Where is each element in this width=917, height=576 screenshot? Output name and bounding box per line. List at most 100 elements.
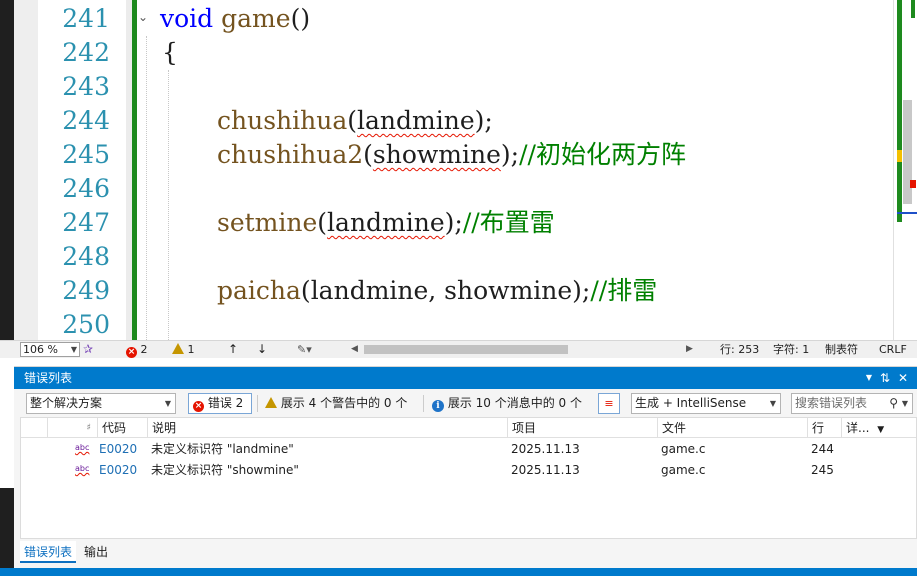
- error-file: game.c: [661, 463, 706, 477]
- column-header-description[interactable]: 说明: [147, 418, 507, 438]
- overview-change-marker: [897, 0, 902, 222]
- warnings-filter-button[interactable]: 展示 4 个警告中的 0 个: [260, 393, 412, 414]
- code-line[interactable]: 249 paicha(landmine, showmine);//排雷: [0, 274, 900, 308]
- warning-count-indicator[interactable]: 1: [172, 341, 195, 358]
- scrollbar-thumb[interactable]: [903, 100, 912, 204]
- function-call-token: setmine: [217, 208, 318, 237]
- punctuation-token: (: [347, 106, 358, 135]
- table-row[interactable]: abc E0020 未定义标识符 "landmine" 2025.11.13 game.…: [21, 439, 916, 460]
- search-placeholder: 搜索错误列表: [795, 396, 868, 410]
- errors-filter-button[interactable]: × 错误 2: [188, 393, 252, 414]
- code-line[interactable]: 241 void game(): [0, 2, 900, 36]
- error-code-link[interactable]: E0020: [99, 439, 137, 460]
- info-icon: i: [432, 400, 444, 412]
- search-error-list-input[interactable]: 搜索错误列表 ⚲ ▼: [791, 393, 913, 414]
- line-number: 244: [62, 106, 110, 135]
- eol-indicator[interactable]: CRLF: [879, 341, 907, 358]
- scope-value: 整个解决方案: [30, 396, 103, 410]
- error-list-toolbar: 整个解决方案 ▼ × 错误 2 展示 4 个警告中的 0 个 i 展示 10 个…: [14, 391, 917, 417]
- comment-token: //初始化两方阵: [519, 140, 686, 169]
- horizontal-scrollbar-thumb[interactable]: [364, 345, 568, 354]
- tab-error-list[interactable]: 错误列表: [20, 541, 77, 563]
- error-file: game.c: [661, 442, 706, 456]
- search-icon: ⚲: [889, 396, 898, 410]
- error-icon: ×: [126, 347, 137, 358]
- overview-scrollbar[interactable]: [893, 0, 917, 340]
- messages-filter-label: 展示 10 个消息中的 0 个: [447, 396, 582, 410]
- argument-token: showmine: [372, 140, 501, 169]
- arrow-up-icon[interactable]: ↑: [228, 341, 238, 358]
- code-line[interactable]: 248: [0, 240, 900, 274]
- code-line[interactable]: 250: [0, 308, 900, 340]
- code-line[interactable]: 242 {: [0, 36, 900, 70]
- argument-token: landmine, showmine: [310, 276, 573, 305]
- toolbar-separator: [423, 395, 424, 412]
- column-header-details[interactable]: 详... ▼: [841, 418, 893, 438]
- punctuation-token: (: [363, 140, 373, 169]
- zoom-dropdown[interactable]: 106 % ▼: [20, 342, 80, 357]
- horizontal-scrollbar[interactable]: [352, 341, 697, 358]
- keyword-token: void: [160, 4, 214, 33]
- code-editor[interactable]: ⌄ 241 void game() 242{243 244 chushihua(land…: [0, 0, 917, 340]
- line-number: 250: [62, 310, 110, 339]
- close-icon[interactable]: ✕: [896, 367, 910, 389]
- scroll-right-icon[interactable]: ▶: [686, 341, 693, 358]
- error-list-panel: 错误列表 ▼ ⇅ ✕ 整个解决方案 ▼ × 错误 2 展示 4 个警告中的 0 …: [14, 366, 917, 568]
- char-indicator[interactable]: 字符: 1: [773, 341, 809, 358]
- error-description: 未定义标识符 "landmine": [151, 442, 294, 456]
- error-project: 2025.11.13: [511, 442, 580, 456]
- code-line[interactable]: 244 chushihua(landmine);: [0, 104, 900, 138]
- code-line[interactable]: 246: [0, 172, 900, 206]
- column-header-file[interactable]: 文件: [657, 418, 807, 438]
- chevron-down-icon: ▼: [769, 399, 776, 408]
- filter-column-icon[interactable]: ♯: [47, 418, 97, 438]
- code-cleanup-brush-icon[interactable]: ✰: [83, 341, 93, 358]
- column-header-code[interactable]: 代码: [97, 418, 147, 438]
- error-count-indicator[interactable]: × 2: [126, 341, 148, 358]
- overview-caret-marker: [897, 212, 917, 214]
- tabs-indicator[interactable]: 制表符: [825, 341, 858, 358]
- line-number: 247: [62, 208, 110, 237]
- error-code-link[interactable]: E0020: [99, 460, 137, 481]
- filter-toggle-icon[interactable]: ≡: [598, 393, 620, 414]
- code-text: chushihua(landmine);: [217, 104, 493, 138]
- comment-token: //排雷: [590, 276, 658, 305]
- toolbar-separator: [257, 395, 258, 412]
- editor-status-strip: 106 % ▼ ✰ × 2 1 ↑ ↓ ✎▾ ◀ ▶ 行: 253 字符: 1 …: [0, 340, 917, 358]
- build-filter-dropdown[interactable]: 生成 + IntelliSense ▼: [631, 393, 781, 414]
- build-filter-value: 生成 + IntelliSense: [635, 396, 747, 410]
- warning-icon: [172, 343, 184, 354]
- left-window-edge: [0, 488, 14, 568]
- pin-icon[interactable]: ⇅: [878, 367, 892, 389]
- code-line[interactable]: 243: [0, 70, 900, 104]
- punctuation-token: );: [572, 276, 591, 305]
- line-indicator[interactable]: 行: 253: [720, 341, 759, 358]
- function-call-token: chushihua: [217, 106, 348, 135]
- intellisense-error-icon: abc: [75, 443, 90, 452]
- arrow-down-icon[interactable]: ↓: [257, 341, 267, 358]
- messages-filter-button[interactable]: i 展示 10 个消息中的 0 个: [427, 393, 587, 414]
- column-header-project[interactable]: 项目: [507, 418, 657, 438]
- overview-change-marker: [911, 0, 915, 18]
- warning-count: 1: [187, 343, 195, 356]
- column-header-line[interactable]: 行: [807, 418, 841, 438]
- function-call-token: chushihua2: [217, 140, 364, 169]
- code-text: {: [162, 36, 178, 70]
- punctuation-token: (: [300, 276, 311, 305]
- punctuation-token: );: [444, 208, 463, 237]
- scope-dropdown[interactable]: 整个解决方案 ▼: [26, 393, 176, 414]
- argument-token: landmine: [327, 208, 445, 237]
- chevron-down-icon: ▼: [164, 399, 171, 408]
- chevron-down-icon: ▼: [901, 399, 908, 408]
- errors-filter-label: 错误 2: [207, 396, 244, 410]
- code-line[interactable]: 245 chushihua2(showmine);//初始化两方阵: [0, 138, 900, 172]
- comment-token: //布置雷: [462, 208, 555, 237]
- brush-dropdown-icon[interactable]: ✎▾: [297, 341, 312, 358]
- tab-output[interactable]: 输出: [80, 541, 112, 563]
- code-text: setmine(landmine);//布置雷: [217, 206, 555, 240]
- code-line[interactable]: 247 setmine(landmine);//布置雷: [0, 206, 900, 240]
- panel-menu-chevron-icon[interactable]: ▼: [862, 367, 876, 389]
- panel-tab-strip: 错误列表 输出: [14, 541, 917, 563]
- code-text: paicha(landmine, showmine);//排雷: [217, 274, 657, 308]
- table-row[interactable]: abc E0020 未定义标识符 "showmine" 2025.11.13 game.…: [21, 460, 916, 481]
